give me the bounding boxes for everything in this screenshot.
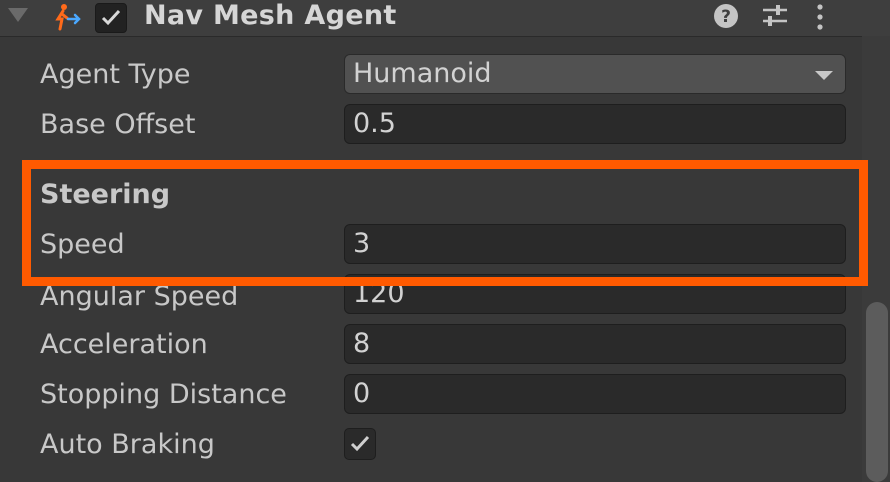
agent-type-value: Humanoid (353, 58, 492, 89)
component-title: Nav Mesh Agent (144, 0, 397, 31)
auto-braking-checkbox[interactable] (344, 428, 376, 460)
presets-icon[interactable] (760, 2, 790, 30)
acceleration-field[interactable]: 8 (344, 324, 846, 364)
auto-braking-label: Auto Braking (40, 429, 215, 460)
nav-mesh-agent-icon (55, 4, 81, 31)
scrollbar-thumb[interactable] (866, 302, 888, 482)
angular-speed-label: Angular Speed (40, 281, 239, 312)
context-menu-icon[interactable] (812, 2, 828, 32)
angular-speed-field[interactable]: 120 (344, 274, 846, 314)
acceleration-label: Acceleration (40, 329, 208, 360)
steering-section-header: Steering (40, 179, 171, 210)
stopping-distance-label: Stopping Distance (40, 379, 287, 410)
check-icon (101, 9, 121, 26)
component-header: Nav Mesh Agent ? (0, 0, 890, 37)
foldout-triangle-icon[interactable] (8, 8, 28, 22)
check-icon (350, 435, 370, 452)
speed-field[interactable]: 3 (344, 224, 846, 264)
svg-text:?: ? (721, 7, 731, 27)
base-offset-field[interactable]: 0.5 (344, 104, 846, 144)
agent-type-label: Agent Type (40, 59, 191, 90)
speed-label: Speed (40, 229, 125, 260)
help-icon[interactable]: ? (712, 2, 740, 30)
stopping-distance-field[interactable]: 0 (344, 374, 846, 414)
component-enabled-checkbox[interactable] (95, 3, 127, 33)
agent-type-dropdown[interactable]: Humanoid (344, 54, 846, 94)
dropdown-arrow-icon (815, 71, 833, 80)
base-offset-label: Base Offset (40, 109, 196, 140)
